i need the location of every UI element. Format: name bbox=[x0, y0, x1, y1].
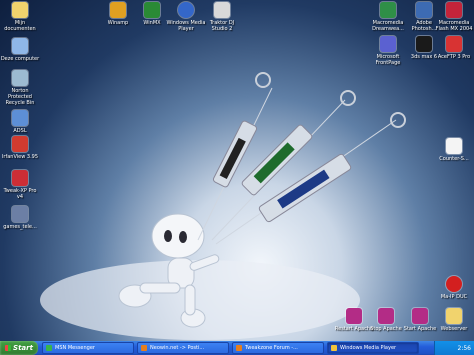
task-label: MSN Messenger bbox=[55, 345, 95, 351]
aceftp-icon bbox=[446, 36, 462, 52]
winamp-icon bbox=[110, 2, 126, 18]
desktop-icon-adsl[interactable]: ADSL bbox=[0, 110, 40, 134]
task-list: MSN Messenger Neowin.net -> Posti... Twe… bbox=[42, 342, 434, 354]
desktop-icon-no-ip-duc[interactable]: Ma-IP DUC bbox=[434, 276, 474, 300]
photoshop-icon bbox=[416, 2, 432, 18]
desktop-icon-webserver[interactable]: Webserver bbox=[434, 308, 474, 332]
desktop-icon-mijn-documenten[interactable]: Mijn documenten bbox=[0, 2, 40, 32]
traktor-icon bbox=[214, 2, 230, 18]
media-player-icon bbox=[331, 345, 337, 351]
no-ip-icon bbox=[446, 276, 462, 292]
firefox-icon bbox=[236, 345, 242, 351]
irfanview-icon bbox=[12, 136, 28, 152]
task-label: Tweakzone Forum -... bbox=[245, 345, 298, 351]
clock[interactable]: 2:56 bbox=[458, 345, 471, 352]
msn-icon bbox=[46, 345, 52, 351]
desktop: Mijn documenten Deze computer Norton Pro… bbox=[0, 0, 474, 341]
desktop-icon-traktor[interactable]: Traktor DJ Studio 2 bbox=[202, 2, 242, 32]
frontpage-icon bbox=[380, 36, 396, 52]
winmx-icon bbox=[144, 2, 160, 18]
system-tray: 2:56 bbox=[434, 341, 474, 355]
start-button[interactable]: Start bbox=[0, 341, 38, 355]
network-icon bbox=[12, 110, 28, 126]
apache-feather-icon bbox=[346, 308, 362, 324]
task-tweakzone[interactable]: Tweakzone Forum -... bbox=[232, 342, 324, 354]
desktop-icon-deze-computer[interactable]: Deze computer bbox=[0, 38, 40, 62]
media-player-icon bbox=[178, 2, 194, 18]
apache-feather-icon bbox=[378, 308, 394, 324]
flash-icon bbox=[446, 2, 462, 18]
desktop-icon-dreamweaver[interactable]: Macromedia Dreamwea... bbox=[368, 2, 408, 32]
desktop-icon-aceftp[interactable]: AceFTP 3 Pro bbox=[434, 36, 474, 60]
desktop-icon-games[interactable]: games_tele... bbox=[0, 206, 40, 230]
folder-icon bbox=[12, 2, 28, 18]
desktop-icon-counter-strike[interactable]: Counter-S... bbox=[434, 138, 474, 162]
syringe-black bbox=[197, 72, 273, 241]
counter-strike-icon bbox=[446, 138, 462, 154]
taskbar: Start MSN Messenger Neowin.net -> Posti.… bbox=[0, 341, 474, 355]
desktop-icon-tweakxp[interactable]: Tweak-XP Pro v4 bbox=[0, 170, 40, 200]
desktop-icon-frontpage[interactable]: Microsoft FrontPage bbox=[368, 36, 408, 66]
task-neowin[interactable]: Neowin.net -> Posti... bbox=[137, 342, 229, 354]
apache-feather-icon bbox=[412, 308, 428, 324]
desktop-icon-norton-recycle-bin[interactable]: Norton Protected Recycle Bin bbox=[0, 70, 40, 106]
tweakxp-icon bbox=[12, 170, 28, 186]
dreamweaver-icon bbox=[380, 2, 396, 18]
task-windows-media-player[interactable]: Windows Media Player bbox=[327, 342, 419, 354]
task-msn-messenger[interactable]: MSN Messenger bbox=[42, 342, 134, 354]
folder-icon bbox=[446, 308, 462, 324]
desktop-icon-windows-media-player[interactable]: Windows Media Player bbox=[166, 2, 206, 32]
task-label: Windows Media Player bbox=[340, 345, 397, 351]
recycle-bin-icon bbox=[12, 70, 28, 86]
windows-logo-icon bbox=[5, 345, 12, 351]
desktop-icon-irfanview[interactable]: IrfanView 3.95 bbox=[0, 136, 40, 160]
computer-icon bbox=[12, 38, 28, 54]
firefox-icon bbox=[141, 345, 147, 351]
3ds-max-icon bbox=[416, 36, 432, 52]
start-label: Start bbox=[13, 344, 33, 352]
desktop-icon-flash-mx[interactable]: Macromedia Flash MX 2004 bbox=[434, 2, 474, 32]
games-icon bbox=[12, 206, 28, 222]
task-label: Neowin.net -> Posti... bbox=[150, 345, 205, 351]
